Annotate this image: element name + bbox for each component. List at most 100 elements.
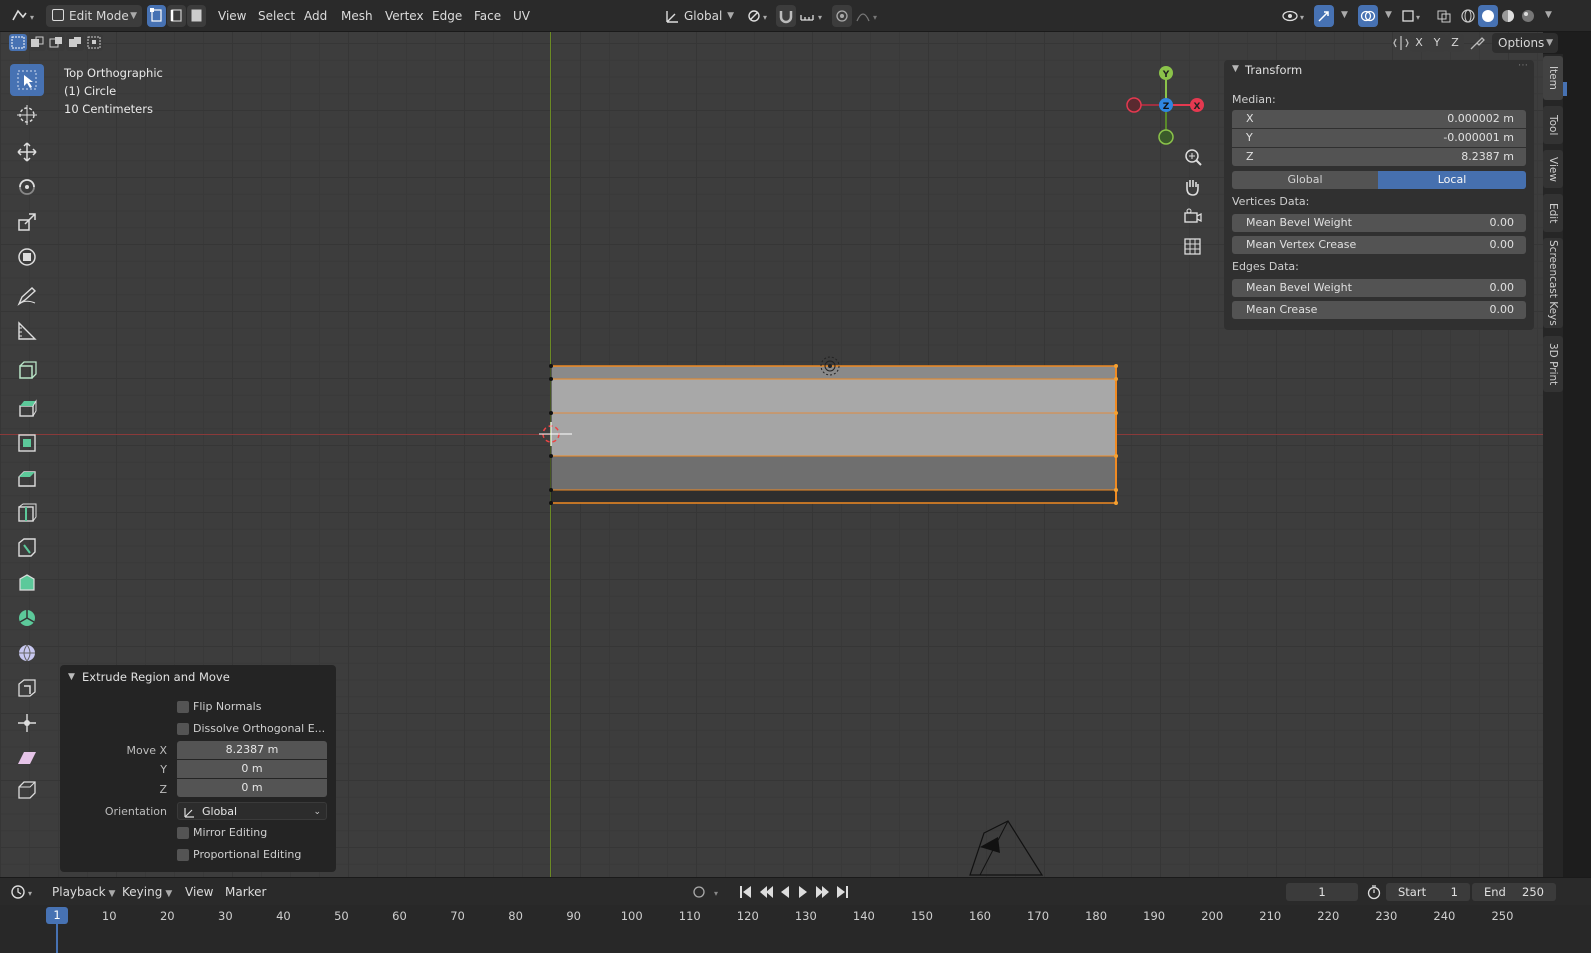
tool-select-box[interactable] [10,64,44,96]
tool-shrink-fatten[interactable] [10,707,44,739]
dissolve-orthogonal-checkbox[interactable] [177,723,189,735]
camera-object[interactable] [960,817,1050,877]
menu-mesh[interactable]: Mesh [341,5,373,27]
current-frame-marker[interactable]: 1 [46,907,68,924]
proportional-editing-toggle[interactable] [832,5,852,27]
select-invert-button[interactable] [66,34,84,51]
snap-target-dropdown[interactable]: ▾ [798,5,828,27]
mean-bevel-weight-vertex-field[interactable]: Mean Bevel Weight 0.00 [1232,214,1526,232]
tab-3d-print[interactable]: 3D Print [1543,336,1563,392]
tool-measure[interactable] [10,315,44,347]
options-dropdown[interactable]: Options ▼ [1492,33,1558,53]
proportional-editing-checkbox[interactable] [177,849,189,861]
mean-crease-field[interactable]: Mean Crease 0.00 [1232,301,1526,319]
mode-dropdown[interactable]: Edit Mode ▼ [46,5,142,27]
mean-vertex-crease-field[interactable]: Mean Vertex Crease 0.00 [1232,236,1526,254]
grid-perspective-icon[interactable] [1180,234,1206,260]
move-y-field[interactable]: 0 m [177,760,327,778]
tool-spin[interactable] [10,602,44,634]
editor-type-button[interactable]: ▾ [6,881,40,903]
menu-vertex[interactable]: Vertex [385,5,424,27]
jump-end-icon[interactable] [837,886,848,898]
mean-bevel-weight-edge-field[interactable]: Mean Bevel Weight 0.00 [1232,279,1526,297]
xray-toggle[interactable] [1434,5,1454,27]
space-local-button[interactable]: Local [1378,171,1526,189]
play-icon[interactable] [799,886,807,898]
select-subtract-button[interactable] [47,34,65,51]
overlays-toggle[interactable] [1358,5,1378,27]
chevron-down-icon[interactable]: ▼ [1232,64,1239,74]
chevron-down-icon[interactable]: ▼ [68,672,75,682]
tool-bevel[interactable] [10,462,44,494]
move-z-field[interactable]: 0 m [177,779,327,797]
navigation-gizmo[interactable]: Y X Z [1120,64,1212,146]
menu-face[interactable]: Face [474,5,501,27]
select-new-button[interactable] [9,34,27,51]
zoom-icon[interactable] [1180,144,1206,170]
light-icon[interactable] [818,354,842,378]
chevron-down-icon[interactable]: ▼ [1385,10,1392,20]
tool-scale[interactable] [10,206,44,238]
tool-add-cube[interactable] [10,354,44,386]
shading-material[interactable] [1498,5,1518,27]
play-reverse-icon[interactable] [781,886,789,898]
tab-tool[interactable]: Tool [1543,106,1563,144]
start-frame-field[interactable]: Start 1 [1386,883,1470,901]
hand-pan-icon[interactable] [1180,174,1206,200]
menu-uv[interactable]: UV [513,5,530,27]
tool-knife[interactable] [10,532,44,564]
tool-cursor[interactable] [10,99,44,131]
menu-add[interactable]: Add [304,5,327,27]
tab-screencast-keys[interactable]: Screencast Keys [1543,238,1563,328]
tab-edit[interactable]: Edit [1543,194,1563,232]
pivot-point-dropdown[interactable]: ▾ [744,5,772,27]
tool-move[interactable] [10,136,44,168]
transform-orientation-dropdown[interactable]: Global ▼ [660,5,738,27]
menu-view[interactable]: View [185,881,213,903]
gizmo-toggle[interactable] [1314,5,1334,27]
next-keyframe-icon[interactable] [816,886,829,898]
tool-inset-faces[interactable] [10,427,44,459]
tool-transform[interactable] [10,241,44,273]
drag-handle-icon[interactable]: ⋯ [1518,60,1528,71]
edge-select-mode[interactable] [167,5,186,27]
3d-cursor-icon[interactable] [536,420,576,448]
prev-keyframe-icon[interactable] [760,886,773,898]
tool-extrude-region[interactable] [10,392,44,424]
stopwatch-icon[interactable] [1366,884,1382,900]
menu-marker[interactable]: Marker [225,881,266,903]
menu-playback[interactable]: Playback ▼ [52,881,115,903]
mesh-edit-overlays-dropdown[interactable]: ▾ [1400,5,1426,27]
tool-poly-build[interactable] [10,567,44,599]
median-x-field[interactable]: X 0.000002 m [1232,110,1526,128]
menu-select[interactable]: Select [258,5,295,27]
timeline-area[interactable]: 1 10 20 30 40 50 60 70 80 90 100 110 120 130 140 150 16… [0,905,1591,953]
mesh-object[interactable] [540,354,1130,514]
tab-view[interactable]: View [1543,150,1563,188]
mirror-y-toggle[interactable]: Y [1428,34,1446,52]
panel-title[interactable]: Transform [1245,63,1302,77]
end-frame-field[interactable]: End 250 [1472,883,1556,901]
chevron-down-icon[interactable]: ▼ [1341,10,1348,20]
select-extend-button[interactable] [28,34,46,51]
select-intersect-button[interactable] [85,34,103,51]
jump-start-icon[interactable] [740,886,751,898]
face-select-mode[interactable] [187,5,206,27]
move-x-field[interactable]: 8.2387 m [177,741,327,759]
mirror-x-toggle[interactable]: X [1410,34,1428,52]
editor-type-button[interactable]: ▾ [6,5,40,27]
median-y-field[interactable]: Y -0.000001 m [1232,129,1526,147]
tool-rip-region[interactable] [10,774,44,806]
auto-keying-icon[interactable]: ▾ [690,883,730,901]
operator-title[interactable]: Extrude Region and Move [82,670,230,684]
tool-edge-slide[interactable] [10,672,44,704]
mirror-z-toggle[interactable]: Z [1446,34,1464,52]
current-frame-field[interactable]: 1 [1286,883,1358,901]
median-z-field[interactable]: Z 8.2387 m [1232,148,1526,166]
menu-edge[interactable]: Edge [432,5,462,27]
shading-solid[interactable] [1478,5,1498,27]
space-global-button[interactable]: Global [1232,171,1378,189]
proportional-falloff-dropdown[interactable]: ▾ [854,5,882,27]
menu-keying[interactable]: Keying ▼ [122,881,172,903]
tool-shear[interactable] [10,742,44,774]
